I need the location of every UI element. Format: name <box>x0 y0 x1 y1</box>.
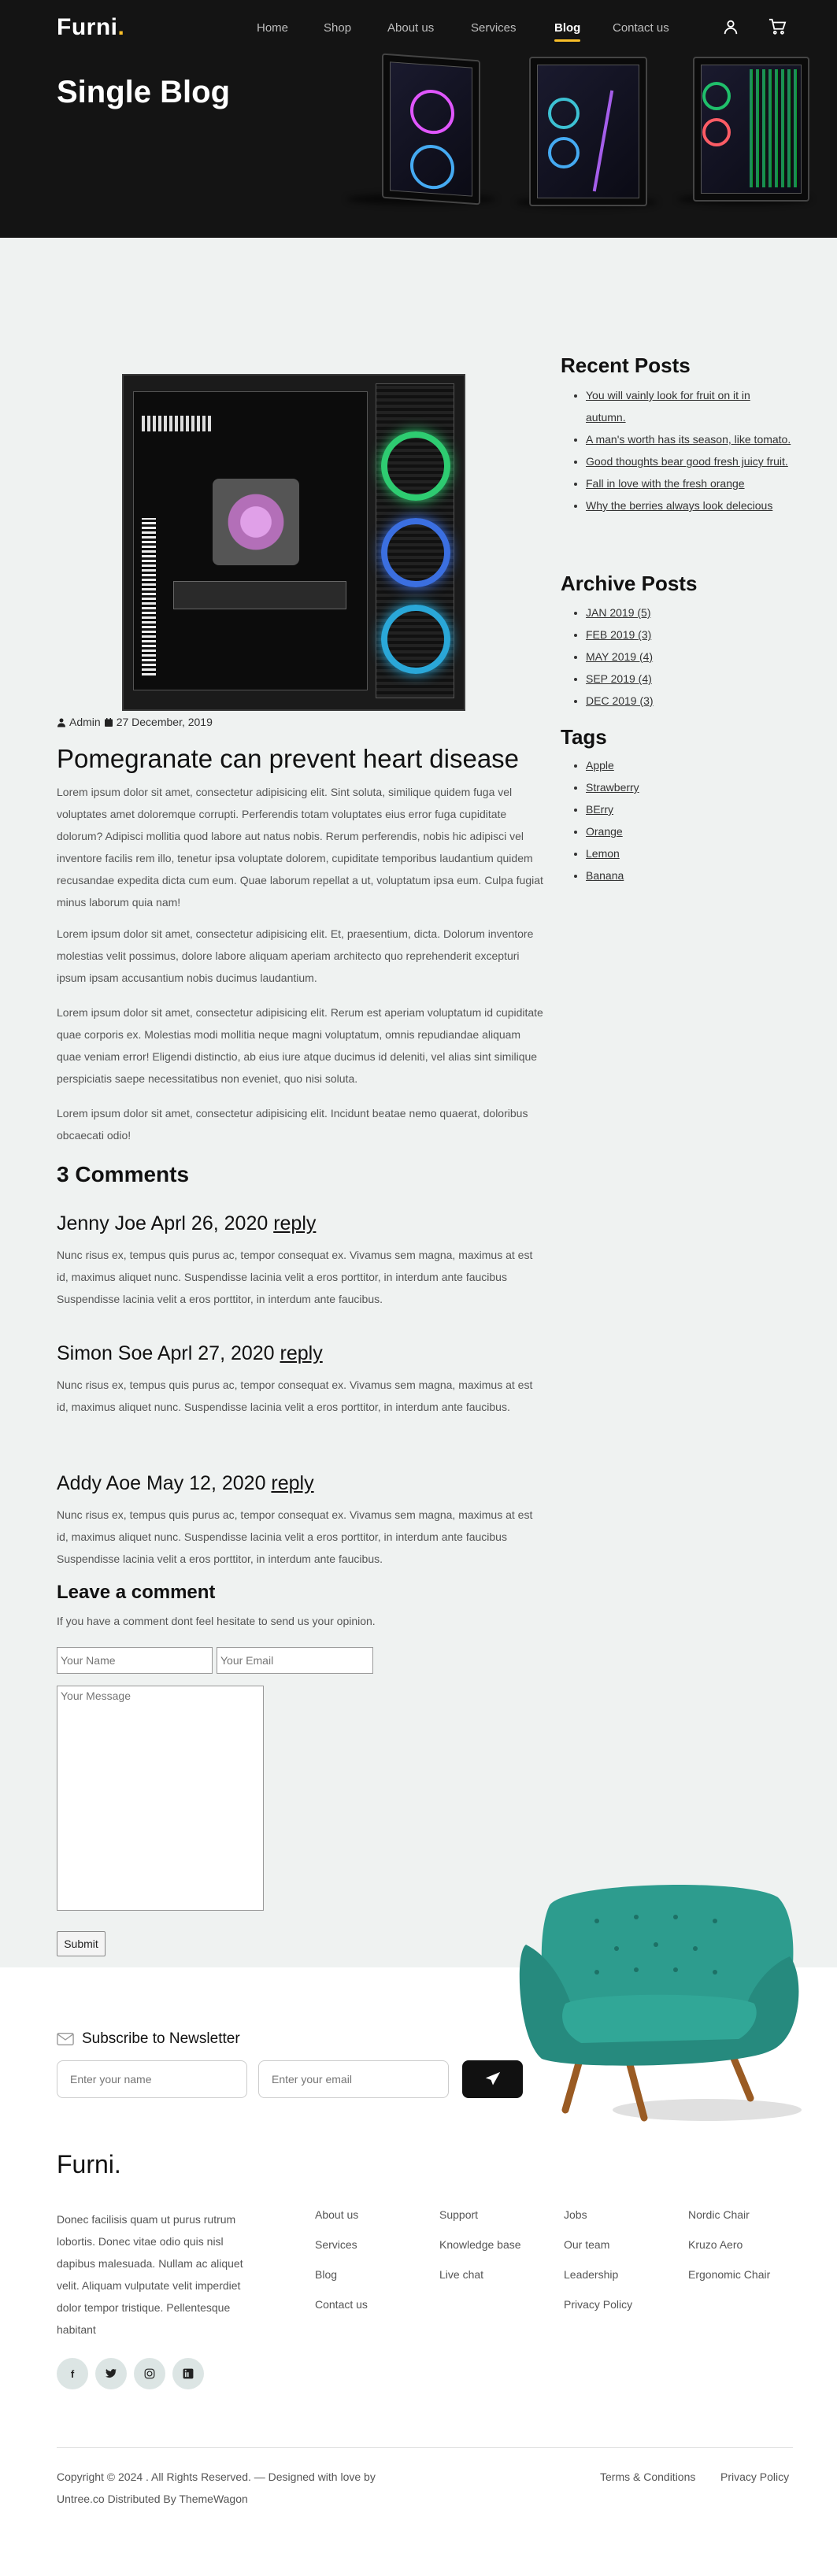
nav-about[interactable]: About us <box>387 21 434 35</box>
social-links: f <box>57 2358 204 2389</box>
post-paragraph: Lorem ipsum dolor sit amet, consectetur … <box>57 927 534 984</box>
archive-posts-list: JAN 2019 (5) FEB 2019 (3) MAY 2019 (4) S… <box>586 601 654 712</box>
reply-link[interactable]: reply <box>271 1472 313 1494</box>
newsletter-email-input[interactable] <box>258 2060 449 2098</box>
calendar-icon <box>104 717 113 727</box>
facebook-icon[interactable]: f <box>57 2358 88 2389</box>
footer-links-col: About us Services Blog Contact us <box>315 2208 368 2328</box>
comment-body: Nunc risus ex, tempus quis purus ac, tem… <box>57 1249 533 1305</box>
nav-home[interactable]: Home <box>257 21 288 35</box>
footer-link[interactable]: Privacy Policy <box>564 2298 632 2328</box>
footer-link[interactable]: Our team <box>564 2238 632 2268</box>
nav-shop[interactable]: Shop <box>324 21 351 35</box>
privacy-link[interactable]: Privacy Policy <box>720 2466 789 2488</box>
twitter-icon[interactable] <box>95 2358 127 2389</box>
footer-links-col: Nordic Chair Kruzo Aero Ergonomic Chair <box>688 2208 770 2298</box>
footer-divider <box>57 2447 793 2448</box>
terms-link[interactable]: Terms & Conditions <box>600 2466 695 2488</box>
page-title: Single Blog <box>57 75 230 109</box>
footer-logo[interactable]: Furni. <box>57 2150 121 2179</box>
tags-heading: Tags <box>561 725 607 749</box>
nav-blog[interactable]: Blog <box>554 21 581 42</box>
nav-services[interactable]: Services <box>471 21 517 35</box>
list-item[interactable]: JAN 2019 (5) <box>586 601 654 624</box>
nav-contact[interactable]: Contact us <box>613 21 669 35</box>
envelope-icon <box>57 2032 74 2046</box>
reply-link[interactable]: reply <box>280 1342 323 1364</box>
post-title: Pomegranate can prevent heart disease <box>57 744 520 773</box>
list-item[interactable]: DEC 2019 (3) <box>586 690 654 712</box>
instagram-icon[interactable] <box>134 2358 165 2389</box>
user-icon[interactable] <box>722 18 739 35</box>
post-meta: Admin 27 December, 2019 <box>57 716 213 728</box>
recent-posts-list: You will vainly look for fruit on it in … <box>586 384 792 516</box>
archive-posts-heading: Archive Posts <box>561 572 698 595</box>
email-field[interactable] <box>217 1647 373 1674</box>
list-item[interactable]: MAY 2019 (4) <box>586 646 654 668</box>
newsletter-title: Subscribe to Newsletter <box>57 2030 240 2048</box>
footer-link[interactable]: Knowledge base <box>439 2238 521 2268</box>
copyright-text: Copyright © 2024 . All Rights Reserved. … <box>57 2471 376 2505</box>
post-paragraph: Lorem ipsum dolor sit amet, consectetur … <box>57 1006 543 1085</box>
footer-link[interactable]: Contact us <box>315 2298 368 2328</box>
list-item[interactable]: SEP 2019 (4) <box>586 668 654 690</box>
footer-link[interactable]: Jobs <box>564 2208 632 2238</box>
cart-icon[interactable] <box>768 18 787 35</box>
footer-link[interactable]: Support <box>439 2208 521 2238</box>
linkedin-icon[interactable] <box>172 2358 204 2389</box>
footer-link[interactable]: About us <box>315 2208 368 2238</box>
user-icon <box>57 718 65 727</box>
site-logo[interactable]: Furni. <box>57 14 124 41</box>
list-item[interactable]: Orange <box>586 820 639 842</box>
comment-header: Addy Aoe May 12, 2020 reply <box>57 1472 314 1494</box>
footer-link[interactable]: Blog <box>315 2268 368 2298</box>
list-item[interactable]: Lemon <box>586 842 639 864</box>
post-paragraph: Lorem ipsum dolor sit amet, consectetur … <box>57 786 543 909</box>
footer-description: Donec facilisis quam ut purus rutrum lob… <box>57 2213 243 2336</box>
footer-link[interactable]: Services <box>315 2238 368 2268</box>
hero-header: Furni. Home Shop About us Services Blog … <box>0 0 837 238</box>
leave-comment-heading: Leave a comment <box>57 1582 216 1603</box>
footer-links-col: Jobs Our team Leadership Privacy Policy <box>564 2208 632 2328</box>
list-item[interactable]: Why the berries always look delecious <box>586 494 792 516</box>
post-paragraph: Lorem ipsum dolor sit amet, consectetur … <box>57 1107 528 1142</box>
list-item[interactable]: Good thoughts bear good fresh juicy frui… <box>586 450 792 472</box>
paper-plane-icon <box>485 2071 500 2086</box>
comment-body: Nunc risus ex, tempus quis purus ac, tem… <box>57 1379 533 1413</box>
footer-link[interactable]: Nordic Chair <box>688 2208 770 2238</box>
newsletter-name-input[interactable] <box>57 2060 247 2098</box>
submit-button[interactable]: Submit <box>57 1931 106 1956</box>
footer-link[interactable]: Ergonomic Chair <box>688 2268 770 2298</box>
tags-list: Apple Strawberry BErry Orange Lemon Bana… <box>586 754 639 886</box>
leave-comment-subtitle: If you have a comment dont feel hesitate… <box>57 1615 376 1627</box>
armchair-image <box>519 1884 802 2122</box>
footer-link[interactable]: Kruzo Aero <box>688 2238 770 2268</box>
recent-posts-heading: Recent Posts <box>561 353 691 377</box>
list-item[interactable]: Banana <box>586 864 639 886</box>
list-item[interactable]: FEB 2019 (3) <box>586 624 654 646</box>
post-author: Admin <box>69 716 101 728</box>
comment-header: Jenny Joe Aprl 26, 2020 reply <box>57 1212 317 1234</box>
footer-link[interactable]: Leadership <box>564 2268 632 2298</box>
list-item[interactable]: BErry <box>586 798 639 820</box>
footer-links-col: Support Knowledge base Live chat <box>439 2208 521 2298</box>
list-item[interactable]: Fall in love with the fresh orange <box>586 472 792 494</box>
list-item[interactable]: You will vainly look for fruit on it in … <box>586 384 792 428</box>
comment-body: Nunc risus ex, tempus quis purus ac, tem… <box>57 1508 533 1565</box>
message-field[interactable] <box>57 1686 264 1911</box>
comment-header: Simon Soe Aprl 27, 2020 reply <box>57 1342 323 1364</box>
reply-link[interactable]: reply <box>273 1212 316 1234</box>
comments-heading: 3 Comments <box>57 1162 190 1186</box>
post-date: 27 December, 2019 <box>116 716 213 728</box>
list-item[interactable]: Strawberry <box>586 776 639 798</box>
blog-post-image <box>122 374 465 711</box>
name-field[interactable] <box>57 1647 213 1674</box>
list-item[interactable]: Apple <box>586 754 639 776</box>
list-item[interactable]: A man's worth has its season, like tomat… <box>586 428 792 450</box>
footer-link[interactable]: Live chat <box>439 2268 521 2298</box>
blog-main: Admin 27 December, 2019 Pomegranate can … <box>0 238 837 1967</box>
